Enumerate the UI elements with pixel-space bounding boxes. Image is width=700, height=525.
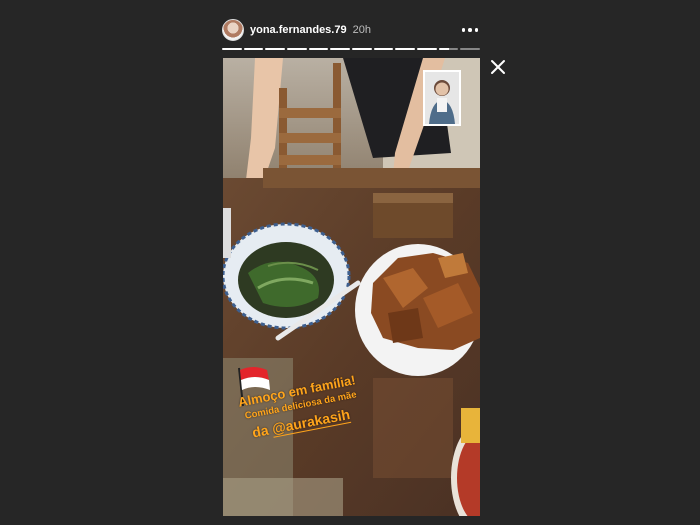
username[interactable]: yona.fernandes.79 (250, 24, 347, 36)
video-call-thumbnail[interactable] (423, 70, 461, 126)
progress-segment (417, 48, 437, 50)
story-progress-bar (222, 48, 481, 50)
progress-segment (222, 48, 242, 50)
story-media[interactable]: Almoço em família! Comida deliciosa da m… (223, 58, 480, 516)
progress-segment (352, 48, 372, 50)
timestamp: 20h (352, 24, 371, 36)
progress-segment (373, 48, 394, 50)
progress-segment (395, 48, 416, 50)
close-icon[interactable] (489, 58, 507, 76)
story-photo (223, 58, 480, 516)
more-options-icon[interactable] (460, 24, 481, 36)
story-header: yona.fernandes.79 20h (222, 18, 480, 42)
progress-segment (265, 48, 286, 50)
progress-segment (330, 48, 351, 50)
progress-segment (243, 48, 264, 50)
progress-segment (460, 48, 481, 50)
avatar[interactable] (222, 19, 244, 41)
progress-segment (287, 48, 307, 50)
progress-segment (308, 48, 329, 50)
progress-segment (438, 48, 459, 50)
